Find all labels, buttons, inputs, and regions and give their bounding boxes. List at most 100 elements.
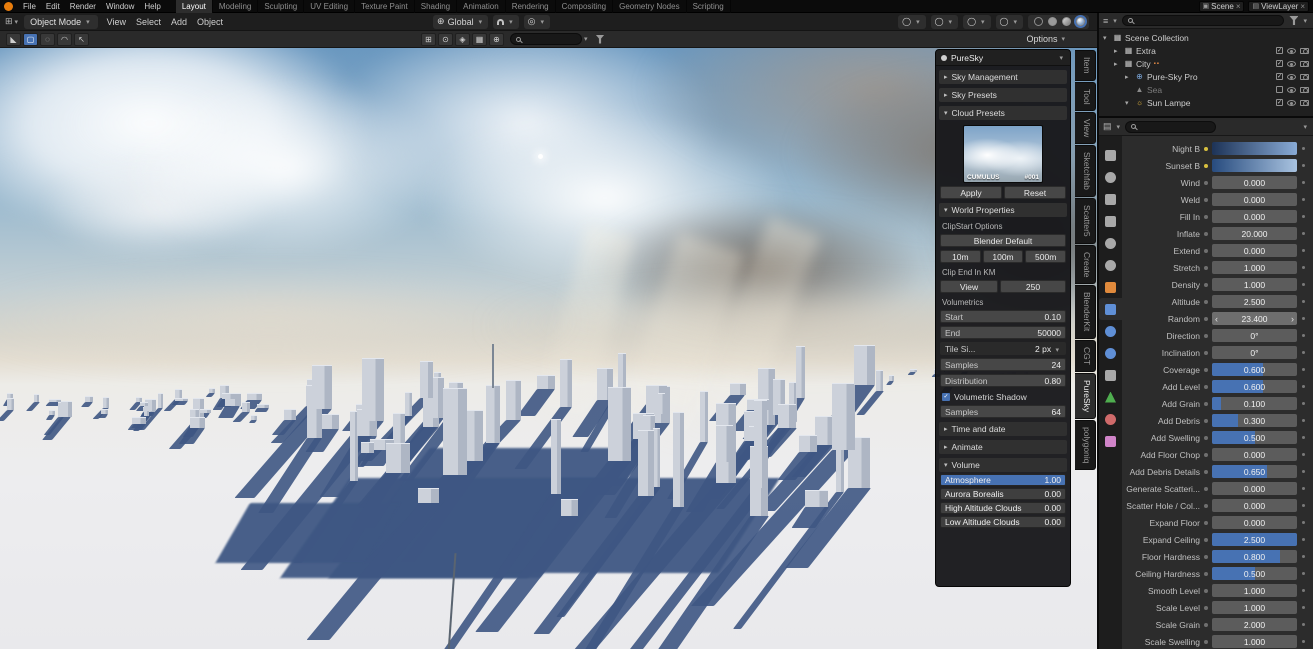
animate-decorator-dot[interactable] bbox=[1302, 504, 1305, 507]
value-slider[interactable]: 0° bbox=[1212, 346, 1297, 359]
checkbox-checked-icon[interactable]: ✓ bbox=[1276, 47, 1283, 54]
apply-button[interactable]: Apply bbox=[940, 186, 1002, 199]
keyframe-decorator-dot[interactable] bbox=[1204, 351, 1208, 355]
visibility-dropdown[interactable]: ◯▾ bbox=[898, 15, 925, 29]
section-cloud-presets[interactable]: ▾Cloud Presets bbox=[939, 106, 1067, 120]
filter-icon[interactable] bbox=[596, 35, 605, 44]
value-slider[interactable]: 0.500 bbox=[1212, 567, 1297, 580]
keyframe-decorator-dot[interactable] bbox=[1204, 487, 1208, 491]
increment-arrow-icon[interactable]: › bbox=[1291, 312, 1294, 325]
section-sky-presets[interactable]: ▸Sky Presets bbox=[939, 88, 1067, 102]
camera-icon[interactable] bbox=[1300, 61, 1309, 67]
mode-dropdown[interactable]: Object Mode ▾ bbox=[24, 15, 98, 29]
end-field[interactable]: End50000 bbox=[940, 326, 1066, 339]
properties-tab-scene[interactable] bbox=[1099, 232, 1122, 254]
animate-decorator-dot[interactable] bbox=[1302, 351, 1305, 354]
animate-decorator-dot[interactable] bbox=[1302, 436, 1305, 439]
shading-wireframe-icon[interactable] bbox=[1034, 17, 1043, 26]
keyframe-decorator-dot[interactable] bbox=[1204, 283, 1208, 287]
select-lasso[interactable]: ◠ bbox=[57, 33, 72, 46]
keyframe-decorator-dot[interactable] bbox=[1204, 385, 1208, 389]
value-slider[interactable]: 0.000 bbox=[1212, 193, 1297, 206]
keyframe-decorator-dot[interactable] bbox=[1204, 317, 1208, 321]
animate-decorator-dot[interactable] bbox=[1302, 317, 1305, 320]
animate-decorator-dot[interactable] bbox=[1302, 572, 1305, 575]
orientation-dropdown[interactable]: ⊕ Global ▾ bbox=[433, 15, 488, 29]
workspace-tab-rendering[interactable]: Rendering bbox=[506, 0, 556, 13]
properties-tab-render[interactable] bbox=[1099, 166, 1122, 188]
keyframe-decorator-dot[interactable] bbox=[1204, 521, 1208, 525]
snap-target[interactable]: ⊕ bbox=[489, 33, 504, 46]
properties-tab-particles[interactable] bbox=[1099, 320, 1122, 342]
keyframe-decorator-dot[interactable] bbox=[1204, 640, 1208, 644]
animate-decorator-dot[interactable] bbox=[1302, 470, 1305, 473]
animate-decorator-dot[interactable] bbox=[1302, 215, 1305, 218]
samples-field[interactable]: Samples24 bbox=[940, 358, 1066, 371]
value-slider[interactable]: 1.000 bbox=[1212, 635, 1297, 648]
keyframe-decorator-dot[interactable] bbox=[1204, 419, 1208, 423]
clip-end-value-field[interactable]: 250 bbox=[1000, 280, 1066, 293]
properties-tab-constraints[interactable] bbox=[1099, 364, 1122, 386]
properties-tab-world[interactable] bbox=[1099, 254, 1122, 276]
shading-rendered-icon[interactable] bbox=[1076, 17, 1085, 26]
animate-decorator-dot[interactable] bbox=[1302, 640, 1305, 643]
viewport-search-input[interactable] bbox=[510, 33, 582, 45]
shading-material-icon[interactable] bbox=[1062, 17, 1071, 26]
value-slider[interactable]: 0.000 bbox=[1212, 210, 1297, 223]
viewlayer-selector[interactable]: ▤ ViewLayer × bbox=[1248, 1, 1309, 12]
animate-decorator-dot[interactable] bbox=[1302, 487, 1305, 490]
clip-500m-button[interactable]: 500m bbox=[1025, 250, 1066, 263]
overlays-dropdown[interactable]: ◯▾ bbox=[963, 15, 990, 29]
keyframe-decorator-dot[interactable] bbox=[1204, 436, 1208, 440]
distribution-field[interactable]: Distribution0.80 bbox=[940, 374, 1066, 387]
disclosure-triangle[interactable]: ▸ bbox=[1114, 60, 1123, 68]
eye-icon[interactable] bbox=[1287, 87, 1296, 93]
properties-tab-modifiers[interactable] bbox=[1099, 298, 1122, 320]
keyframe-decorator-dot[interactable] bbox=[1204, 300, 1208, 304]
select-circle[interactable]: ◌ bbox=[40, 33, 55, 46]
workspace-tab-modeling[interactable]: Modeling bbox=[213, 0, 258, 13]
section-world-properties[interactable]: ▾World Properties bbox=[939, 203, 1067, 217]
animate-decorator-dot[interactable] bbox=[1302, 283, 1305, 286]
camera-icon[interactable] bbox=[1300, 87, 1309, 93]
scene-selector[interactable]: ▣ Scene × bbox=[1199, 1, 1245, 12]
blender-logo-icon[interactable] bbox=[4, 2, 13, 11]
animate-decorator-dot[interactable] bbox=[1302, 249, 1305, 252]
keyframe-decorator-dot[interactable] bbox=[1204, 215, 1208, 219]
keyframe-decorator-dot[interactable] bbox=[1204, 589, 1208, 593]
checkbox-checked-icon[interactable]: ✓ bbox=[1276, 73, 1283, 80]
editor-type-icon[interactable]: ⊞ bbox=[5, 16, 13, 27]
section-volume[interactable]: ▾Volume bbox=[939, 458, 1067, 472]
proportional-editing[interactable]: ◎ ▾ bbox=[524, 15, 550, 29]
keyframe-decorator-dot[interactable] bbox=[1204, 606, 1208, 610]
view-button[interactable]: View bbox=[940, 280, 998, 293]
section-animate[interactable]: ▸Animate bbox=[939, 440, 1067, 454]
checkbox-checked-icon[interactable]: ✓ bbox=[1276, 99, 1283, 106]
keyframe-decorator-dot[interactable] bbox=[1204, 334, 1208, 338]
outliner-item-sun-lampe[interactable]: ▾☼Sun Lampe✓ bbox=[1099, 96, 1313, 109]
animate-decorator-dot[interactable] bbox=[1302, 419, 1305, 422]
workspace-tab-shading[interactable]: Shading bbox=[415, 0, 457, 13]
menu-window[interactable]: Window bbox=[101, 2, 139, 11]
eye-icon[interactable] bbox=[1287, 48, 1296, 54]
sidebar-tab-scatter5[interactable]: Scatter5 bbox=[1075, 198, 1096, 244]
viewport-menu-select[interactable]: Select bbox=[131, 17, 166, 27]
eye-icon[interactable] bbox=[1287, 74, 1296, 80]
menu-edit[interactable]: Edit bbox=[41, 2, 65, 11]
value-slider[interactable]: 0.800 bbox=[1212, 550, 1297, 563]
eye-icon[interactable] bbox=[1287, 100, 1296, 106]
animate-decorator-dot[interactable] bbox=[1302, 164, 1305, 167]
menu-render[interactable]: Render bbox=[65, 2, 101, 11]
outliner-editor-icon[interactable]: ≡ bbox=[1103, 16, 1108, 26]
workspace-tab-sculpting[interactable]: Sculpting bbox=[258, 0, 304, 13]
animate-decorator-dot[interactable] bbox=[1302, 453, 1305, 456]
volumetric-shadow-checkbox[interactable]: ✓ Volumetric Shadow bbox=[942, 392, 1064, 402]
viewport-3d-scene[interactable] bbox=[0, 48, 1097, 649]
keyframe-decorator-dot[interactable] bbox=[1204, 266, 1208, 270]
workspace-tab-scripting[interactable]: Scripting bbox=[687, 0, 731, 13]
keyframe-decorator-dot[interactable] bbox=[1204, 181, 1208, 185]
workspace-tab-geometry-nodes[interactable]: Geometry Nodes bbox=[613, 0, 686, 13]
outliner-search-input[interactable] bbox=[1122, 15, 1285, 26]
animate-decorator-dot[interactable] bbox=[1302, 300, 1305, 303]
shading-solid-icon[interactable] bbox=[1048, 17, 1057, 26]
